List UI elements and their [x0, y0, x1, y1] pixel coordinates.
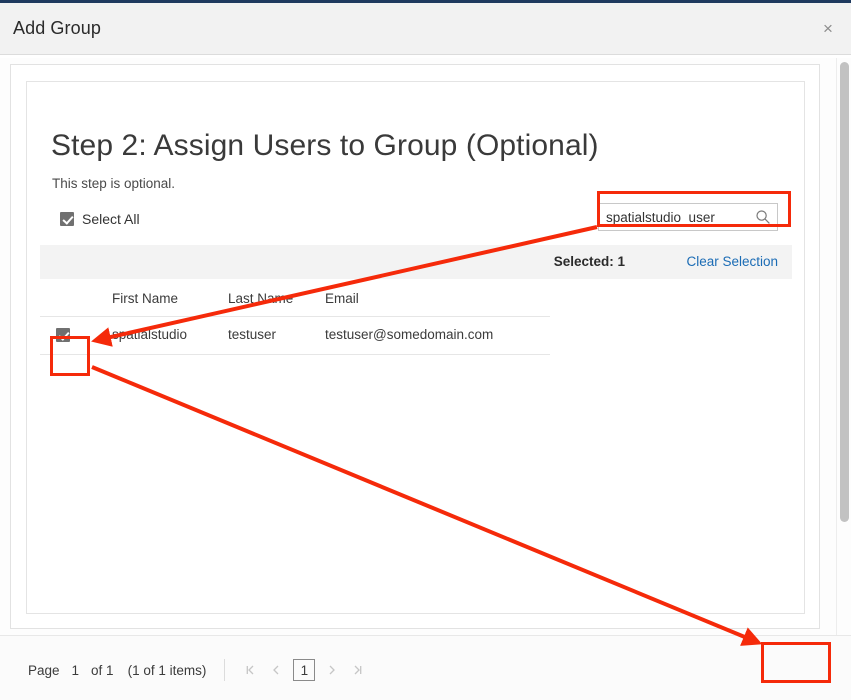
- table-header-row: First Name Last Name Email: [40, 279, 550, 317]
- row-checkbox[interactable]: [56, 328, 70, 342]
- checkbox-icon: [60, 212, 74, 226]
- column-header-first-name: First Name: [112, 291, 179, 306]
- pagination-divider: [224, 659, 226, 681]
- clear-selection-link[interactable]: Clear Selection: [686, 254, 778, 269]
- search-icon[interactable]: [755, 209, 771, 225]
- select-all-checkbox[interactable]: Select All: [60, 211, 140, 227]
- vertical-scrollbar[interactable]: [836, 58, 851, 635]
- pagination-prev-icon[interactable]: [263, 658, 289, 682]
- add-group-dialog: Add Group × Step 2: Assign Users to Grou…: [0, 0, 851, 700]
- outer-panel: Step 2: Assign Users to Group (Optional)…: [10, 64, 820, 629]
- scrollbar-thumb[interactable]: [840, 62, 849, 522]
- step-title: Step 2: Assign Users to Group (Optional): [51, 129, 599, 162]
- select-all-label: Select All: [82, 211, 140, 227]
- search-box[interactable]: [598, 203, 778, 231]
- column-header-email: Email: [325, 291, 359, 306]
- dialog-footer: Page 1 of 1 (1 of 1 items) 1: [0, 635, 851, 700]
- dialog-body: Step 2: Assign Users to Group (Optional)…: [0, 58, 851, 635]
- pagination: Page 1 of 1 (1 of 1 items) 1: [28, 658, 371, 682]
- pagination-last-icon[interactable]: [345, 658, 371, 682]
- close-icon[interactable]: ×: [815, 16, 841, 42]
- table-row[interactable]: spatialstudio testuser testuser@somedoma…: [40, 317, 550, 355]
- pagination-page-label: Page: [28, 662, 60, 678]
- dialog-header: Add Group ×: [0, 3, 851, 55]
- column-header-last-name: Last Name: [228, 291, 294, 306]
- search-input[interactable]: [599, 204, 751, 230]
- pagination-current-page[interactable]: 1: [293, 659, 316, 681]
- selected-count: Selected: 1: [553, 254, 625, 269]
- pagination-of-label: of 1: [91, 662, 114, 678]
- step-subtitle: This step is optional.: [52, 176, 176, 191]
- cell-first-name: spatialstudio: [112, 327, 188, 342]
- cell-email: testuser@somedomain.com: [325, 327, 494, 342]
- pagination-items-label: (1 of 1 items): [127, 662, 207, 678]
- step-card: Step 2: Assign Users to Group (Optional)…: [26, 81, 805, 614]
- cell-last-name: testuser: [228, 327, 277, 342]
- pagination-first-icon[interactable]: [237, 658, 263, 682]
- pagination-next-icon[interactable]: [319, 658, 345, 682]
- page-title: Add Group: [13, 18, 101, 38]
- users-table: First Name Last Name Email spatialstudio…: [40, 279, 550, 355]
- pagination-page-number: 1: [71, 662, 80, 678]
- selection-bar: Selected: 1 Clear Selection: [40, 245, 792, 279]
